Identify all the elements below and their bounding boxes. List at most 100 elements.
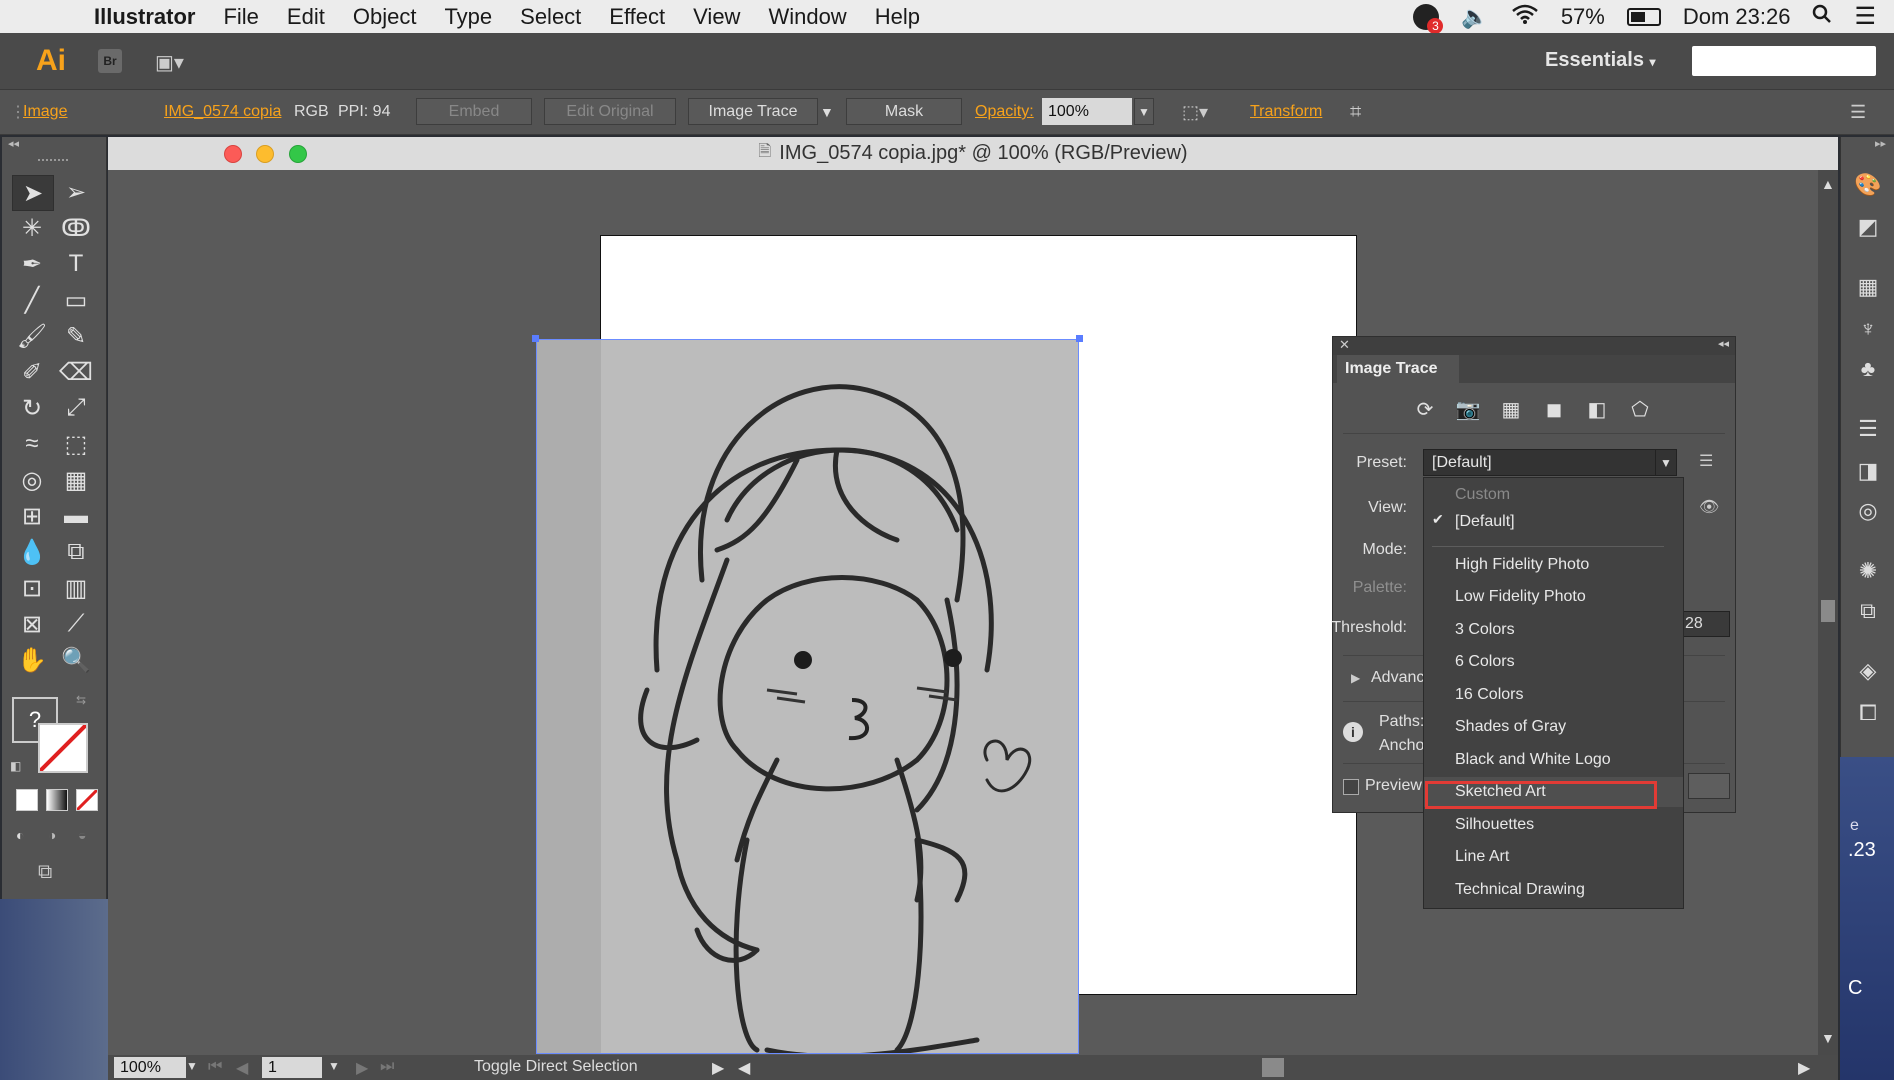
- menu-item-technical-drawing[interactable]: Technical Drawing: [1424, 875, 1683, 905]
- blob-brush-tool-icon[interactable]: ✐: [12, 355, 52, 389]
- menu-edit[interactable]: Edit: [273, 4, 339, 30]
- preview-checkbox[interactable]: [1343, 779, 1359, 795]
- control-bar-grip[interactable]: ⋮: [10, 90, 26, 134]
- shape-builder-tool-icon[interactable]: ◎: [12, 463, 52, 497]
- none-mode-icon[interactable]: [76, 789, 98, 811]
- menu-item-low-fidelity-photo[interactable]: Low Fidelity Photo: [1424, 582, 1683, 612]
- menu-effect[interactable]: Effect: [595, 4, 679, 30]
- preset-select[interactable]: [Default]: [1423, 449, 1656, 476]
- menu-type[interactable]: Type: [430, 4, 506, 30]
- symbols-panel-icon[interactable]: ♣: [1853, 355, 1883, 383]
- direct-selection-tool-icon[interactable]: ➢: [56, 175, 96, 209]
- transform-link[interactable]: Transform: [1250, 90, 1322, 134]
- notification-center-icon[interactable]: ☰: [1854, 2, 1876, 31]
- threshold-input[interactable]: 28: [1678, 611, 1730, 637]
- volume-icon[interactable]: 🔈: [1461, 4, 1488, 30]
- wifi-icon[interactable]: [1511, 3, 1539, 31]
- spotlight-search-icon[interactable]: [1812, 4, 1832, 30]
- menu-view[interactable]: View: [679, 4, 754, 30]
- embed-button[interactable]: Embed: [416, 98, 532, 125]
- opacity-input[interactable]: 100%: [1042, 98, 1132, 125]
- horizontal-scroll-thumb[interactable]: [1262, 1058, 1284, 1077]
- vertical-scroll-thumb[interactable]: [1821, 600, 1835, 622]
- close-panel-icon[interactable]: ✕: [1339, 337, 1350, 353]
- zoom-level-input[interactable]: 100%: [114, 1057, 186, 1078]
- eyedropper-tool-icon[interactable]: 💧: [12, 535, 52, 569]
- menu-object[interactable]: Object: [339, 4, 431, 30]
- rectangle-tool-icon[interactable]: ▭: [56, 283, 96, 317]
- menu-file[interactable]: File: [209, 4, 272, 30]
- selection-tool-icon[interactable]: ➤: [12, 175, 54, 211]
- high-color-preset-icon[interactable]: 📷: [1453, 395, 1483, 423]
- manage-presets-icon[interactable]: ☰: [1699, 451, 1713, 471]
- zoom-window-button[interactable]: [289, 145, 307, 163]
- perspective-grid-tool-icon[interactable]: ▦: [56, 463, 96, 497]
- advanced-disclosure-icon[interactable]: ▶: [1351, 671, 1360, 685]
- preview-label[interactable]: Preview: [1365, 777, 1422, 795]
- hand-tool-icon[interactable]: ✋: [12, 643, 52, 677]
- stroke-panel-icon[interactable]: ☰: [1853, 415, 1883, 443]
- vertical-scrollbar[interactable]: ▲ ▼: [1818, 170, 1838, 1055]
- pencil-tool-icon[interactable]: ✎: [56, 319, 96, 353]
- last-artboard-icon[interactable]: ⏭: [380, 1058, 394, 1076]
- notification-icon[interactable]: 3: [1413, 3, 1444, 34]
- gradient-mode-icon[interactable]: [46, 789, 68, 811]
- scroll-left-arrow-icon[interactable]: ◀: [738, 1058, 750, 1078]
- rotate-tool-icon[interactable]: ↻: [12, 391, 52, 425]
- slice-tool-icon[interactable]: ⟋: [56, 607, 96, 641]
- swatches-panel-icon[interactable]: ▦: [1853, 273, 1883, 301]
- artboard-dropdown-icon[interactable]: ▼: [328, 1059, 340, 1073]
- minimize-window-button[interactable]: [256, 145, 274, 163]
- graphic-styles-panel-icon[interactable]: ⧉: [1853, 597, 1883, 625]
- free-transform-tool-icon[interactable]: ⬚: [56, 427, 96, 461]
- toolbox-grip[interactable]: [38, 159, 68, 164]
- menu-select[interactable]: Select: [506, 4, 595, 30]
- help-search-input[interactable]: [1692, 46, 1876, 76]
- column-graph-tool-icon[interactable]: ▥: [56, 571, 96, 605]
- dock-expand-icon[interactable]: ▸▸: [1875, 137, 1886, 150]
- swap-fill-stroke-icon[interactable]: ⇆: [76, 693, 86, 707]
- previous-artboard-icon[interactable]: ◀: [236, 1058, 248, 1078]
- trace-button[interactable]: [1688, 773, 1730, 799]
- auto-color-preset-icon[interactable]: ⟳: [1410, 395, 1440, 423]
- advanced-label[interactable]: Advanc: [1371, 669, 1424, 687]
- scale-tool-icon[interactable]: ⤢: [56, 391, 96, 425]
- layers-panel-icon[interactable]: ◈: [1853, 657, 1883, 685]
- grayscale-preset-icon[interactable]: ◼: [1539, 395, 1569, 423]
- zoom-dropdown-icon[interactable]: ▼: [186, 1059, 198, 1073]
- symbol-sprayer-tool-icon[interactable]: ⊡: [12, 571, 52, 605]
- first-artboard-icon[interactable]: ⏮: [208, 1058, 222, 1076]
- gradient-tool-icon[interactable]: ▬: [56, 499, 96, 533]
- blend-tool-icon[interactable]: ⧉: [56, 535, 96, 569]
- type-tool-icon[interactable]: T: [56, 247, 96, 281]
- brushes-panel-icon[interactable]: ♆: [1853, 315, 1883, 343]
- workspace-switcher[interactable]: Essentials ▾: [1545, 49, 1656, 72]
- scroll-down-arrow-icon[interactable]: ▼: [1821, 1030, 1835, 1046]
- outline-preset-icon[interactable]: ⬠: [1625, 395, 1655, 423]
- line-segment-tool-icon[interactable]: ╱: [12, 283, 52, 317]
- scroll-up-arrow-icon[interactable]: ▲: [1821, 176, 1835, 192]
- menu-window[interactable]: Window: [754, 4, 860, 30]
- mesh-tool-icon[interactable]: ⊞: [12, 499, 52, 533]
- scroll-right-arrow-icon[interactable]: ▶: [1798, 1058, 1810, 1078]
- menu-app-name[interactable]: Illustrator: [80, 4, 209, 30]
- low-color-preset-icon[interactable]: ▦: [1496, 395, 1526, 423]
- clock[interactable]: Dom 23:26: [1683, 4, 1791, 30]
- artboard-tool-icon[interactable]: ⊠: [12, 607, 52, 641]
- mask-button[interactable]: Mask: [846, 98, 962, 125]
- menu-item-3-colors[interactable]: 3 Colors: [1424, 615, 1683, 645]
- linked-file-link[interactable]: IMG_0574 copia: [164, 90, 281, 134]
- status-menu-arrow-icon[interactable]: ▶: [712, 1058, 724, 1078]
- status-text[interactable]: Toggle Direct Selection: [474, 1058, 638, 1076]
- menu-item-silhouettes[interactable]: Silhouettes: [1424, 810, 1683, 840]
- next-artboard-icon[interactable]: ▶: [356, 1058, 368, 1078]
- menu-item-high-fidelity-photo[interactable]: High Fidelity Photo: [1424, 550, 1683, 580]
- eraser-tool-icon[interactable]: ⌫: [56, 355, 96, 389]
- menu-item-line-art[interactable]: Line Art: [1424, 842, 1683, 872]
- default-fill-stroke-icon[interactable]: ◧: [10, 759, 21, 773]
- edit-original-button[interactable]: Edit Original: [544, 98, 676, 125]
- align-options-icon[interactable]: ⬚▾: [1182, 90, 1208, 134]
- panel-menu-icon[interactable]: ☰: [1850, 90, 1866, 134]
- selection-handle-top-left[interactable]: [532, 335, 539, 342]
- color-guide-panel-icon[interactable]: ◩: [1853, 213, 1883, 241]
